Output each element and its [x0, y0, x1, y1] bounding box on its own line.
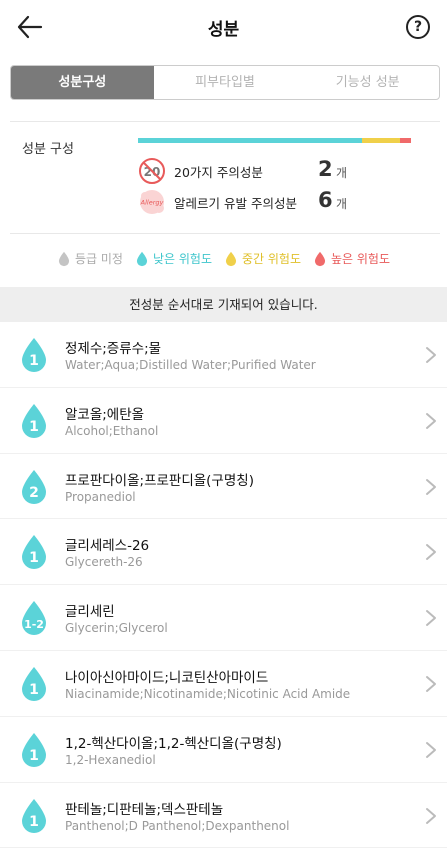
svg-text:Allergy: Allergy: [140, 199, 164, 207]
divider: [10, 233, 440, 234]
chevron-right-icon: [426, 412, 436, 429]
caution20-label: 20가지 주의성분: [174, 164, 263, 180]
chevron-right-icon: [426, 478, 436, 495]
ingredient-row[interactable]: 1-2 글리세린 Glycerin;Glycerol: [0, 585, 447, 651]
grade-label: 2: [29, 485, 39, 501]
ingredient-name: 나이아신아마이드;니코틴산아마이드: [65, 669, 269, 686]
legend-item: 낮은 위험도: [135, 250, 212, 267]
tab-functional[interactable]: 기능성 성분: [296, 66, 439, 99]
help-icon[interactable]: ?: [406, 15, 430, 39]
grade-drop-icon: 1: [22, 403, 46, 438]
ingredient-name: 프로판다이올;프로판디올(구명칭): [65, 472, 254, 489]
ingredient-name: 정제수;증류수;물: [65, 341, 162, 357]
drop-icon: [314, 251, 326, 266]
caution-20-icon: 20: [139, 158, 165, 184]
chevron-right-icon: [426, 610, 436, 627]
grade-label: 1: [29, 550, 39, 566]
caution20-count: 2: [318, 157, 333, 181]
legend-item: 중간 위험도: [224, 250, 301, 267]
ingredient-english-name: Alcohol;Ethanol: [65, 423, 159, 438]
allergy-count: 6: [318, 188, 333, 212]
ingredient-row[interactable]: 2 프로판다이올;프로판디올(구명칭) Propanediol: [0, 454, 447, 520]
grade-label: 1: [29, 682, 39, 698]
ingredient-name: 글리세레스-26: [65, 538, 150, 555]
ingredient-row[interactable]: 1 나이아신아마이드;니코틴산아마이드 Niacinamide;Nicotinami…: [0, 651, 447, 717]
caution20-unit: 개: [336, 166, 348, 180]
grade-drop-icon: 1: [22, 535, 46, 570]
ingredient-name: 판테놀;디판테놀;덱스판테놀: [65, 801, 224, 818]
grade-drop-icon: 2: [22, 469, 46, 504]
page-title: 성분: [207, 20, 240, 40]
ingredient-name: 1,2-헥산다이올;1,2-헥산디올(구명칭): [65, 735, 282, 752]
grade-label: 1: [29, 814, 39, 830]
tab-composition[interactable]: 성분구성: [11, 66, 154, 99]
tab-skin-type[interactable]: 피부타입별: [154, 66, 297, 99]
ingredient-english-name: Glycereth-26: [65, 555, 143, 570]
allergy-icon: Allergy: [140, 190, 164, 214]
ingredient-english-name: Water;Aqua;Distilled Water;Purified Wate…: [65, 358, 316, 372]
tab-bar: 성분구성 피부타입별 기능성 성분: [10, 65, 440, 100]
composition-label: 성분 구성: [22, 142, 74, 157]
composition-bar-segment-high: [400, 138, 411, 143]
composition-bar-segment-medium: [361, 138, 401, 143]
ingredient-row[interactable]: 1 알코올;에탄올 Alcohol;Ethanol: [0, 388, 447, 454]
ingredient-list: 1 정제수;증류수;물 Water;Aqua;Distilled Water;Pur…: [0, 322, 447, 848]
composition-bar-segment-low: [138, 138, 362, 143]
chevron-right-icon: [426, 807, 436, 824]
allergy-unit: 개: [336, 197, 348, 211]
ingredient-english-name: Glycerin;Glycerol: [65, 621, 168, 636]
legend-label: 등급 미정: [74, 252, 123, 266]
grade-label: 1: [29, 748, 39, 764]
chevron-right-icon: [426, 675, 436, 692]
chevron-right-icon: [426, 347, 436, 363]
ingredient-english-name: Niacinamide;Nicotinamide;Nicotinic Acid …: [65, 686, 351, 701]
legend-label: 낮은 위험도: [152, 252, 212, 266]
allergy-label: 알레르기 유발 주의성분: [174, 195, 297, 211]
grade-drop-icon: 1: [22, 732, 46, 767]
order-notice: 전성분 순서대로 기재되어 있습니다.: [0, 287, 447, 322]
composition-bar: [138, 138, 411, 143]
ingredient-name: 글리세린: [65, 604, 115, 621]
ingredient-english-name: Panthenol;D Panthenol;Dexpanthenol: [65, 818, 290, 833]
grade-drop-icon: 1: [22, 798, 46, 833]
legend-item: 높은 위험도: [313, 250, 390, 267]
legend-item: 등급 미정: [57, 250, 123, 267]
grade-label: 1-2: [24, 618, 44, 631]
ingredient-english-name: 1,2-Hexanediol: [65, 752, 156, 767]
caution20-row: 20 20가지 주의성분 2 개: [138, 157, 358, 185]
grade-drop-icon: 1: [22, 666, 46, 701]
divider: [10, 121, 440, 122]
drop-icon: [136, 251, 148, 266]
grade-drop-icon: 1: [22, 338, 46, 372]
ingredient-row[interactable]: 1 판테놀;디판테놀;덱스판테놀 Panthenol;D Panthenol;Dex…: [0, 783, 447, 848]
legend-label: 중간 위험도: [241, 252, 301, 266]
grade-label: 1: [29, 419, 39, 435]
drop-icon: [225, 251, 237, 266]
top-bar: 성분 ?: [0, 0, 447, 54]
ingredient-english-name: Propanediol: [65, 489, 136, 504]
legend-label: 높은 위험도: [331, 252, 391, 266]
ingredient-row[interactable]: 1 글리세레스-26 Glycereth-26: [0, 519, 447, 586]
grade-label: 1: [29, 353, 39, 369]
allergy-row: Allergy 알레르기 유발 주의성분 6 개: [138, 188, 358, 216]
ingredient-row[interactable]: 1 1,2-헥산다이올;1,2-헥산디올(구명칭) 1,2-Hexanediol: [0, 717, 447, 783]
chevron-right-icon: [426, 741, 436, 758]
risk-legend: 등급 미정 낮은 위험도 중간 위험도 높은 위험도: [0, 250, 447, 267]
chevron-right-icon: [426, 544, 436, 561]
drop-icon: [58, 251, 70, 266]
ingredient-row[interactable]: 1 정제수;증류수;물 Water;Aqua;Distilled Water;Pur…: [0, 322, 447, 388]
ingredient-name: 알코올;에탄올: [65, 406, 145, 423]
grade-drop-icon: 1-2: [22, 601, 46, 636]
